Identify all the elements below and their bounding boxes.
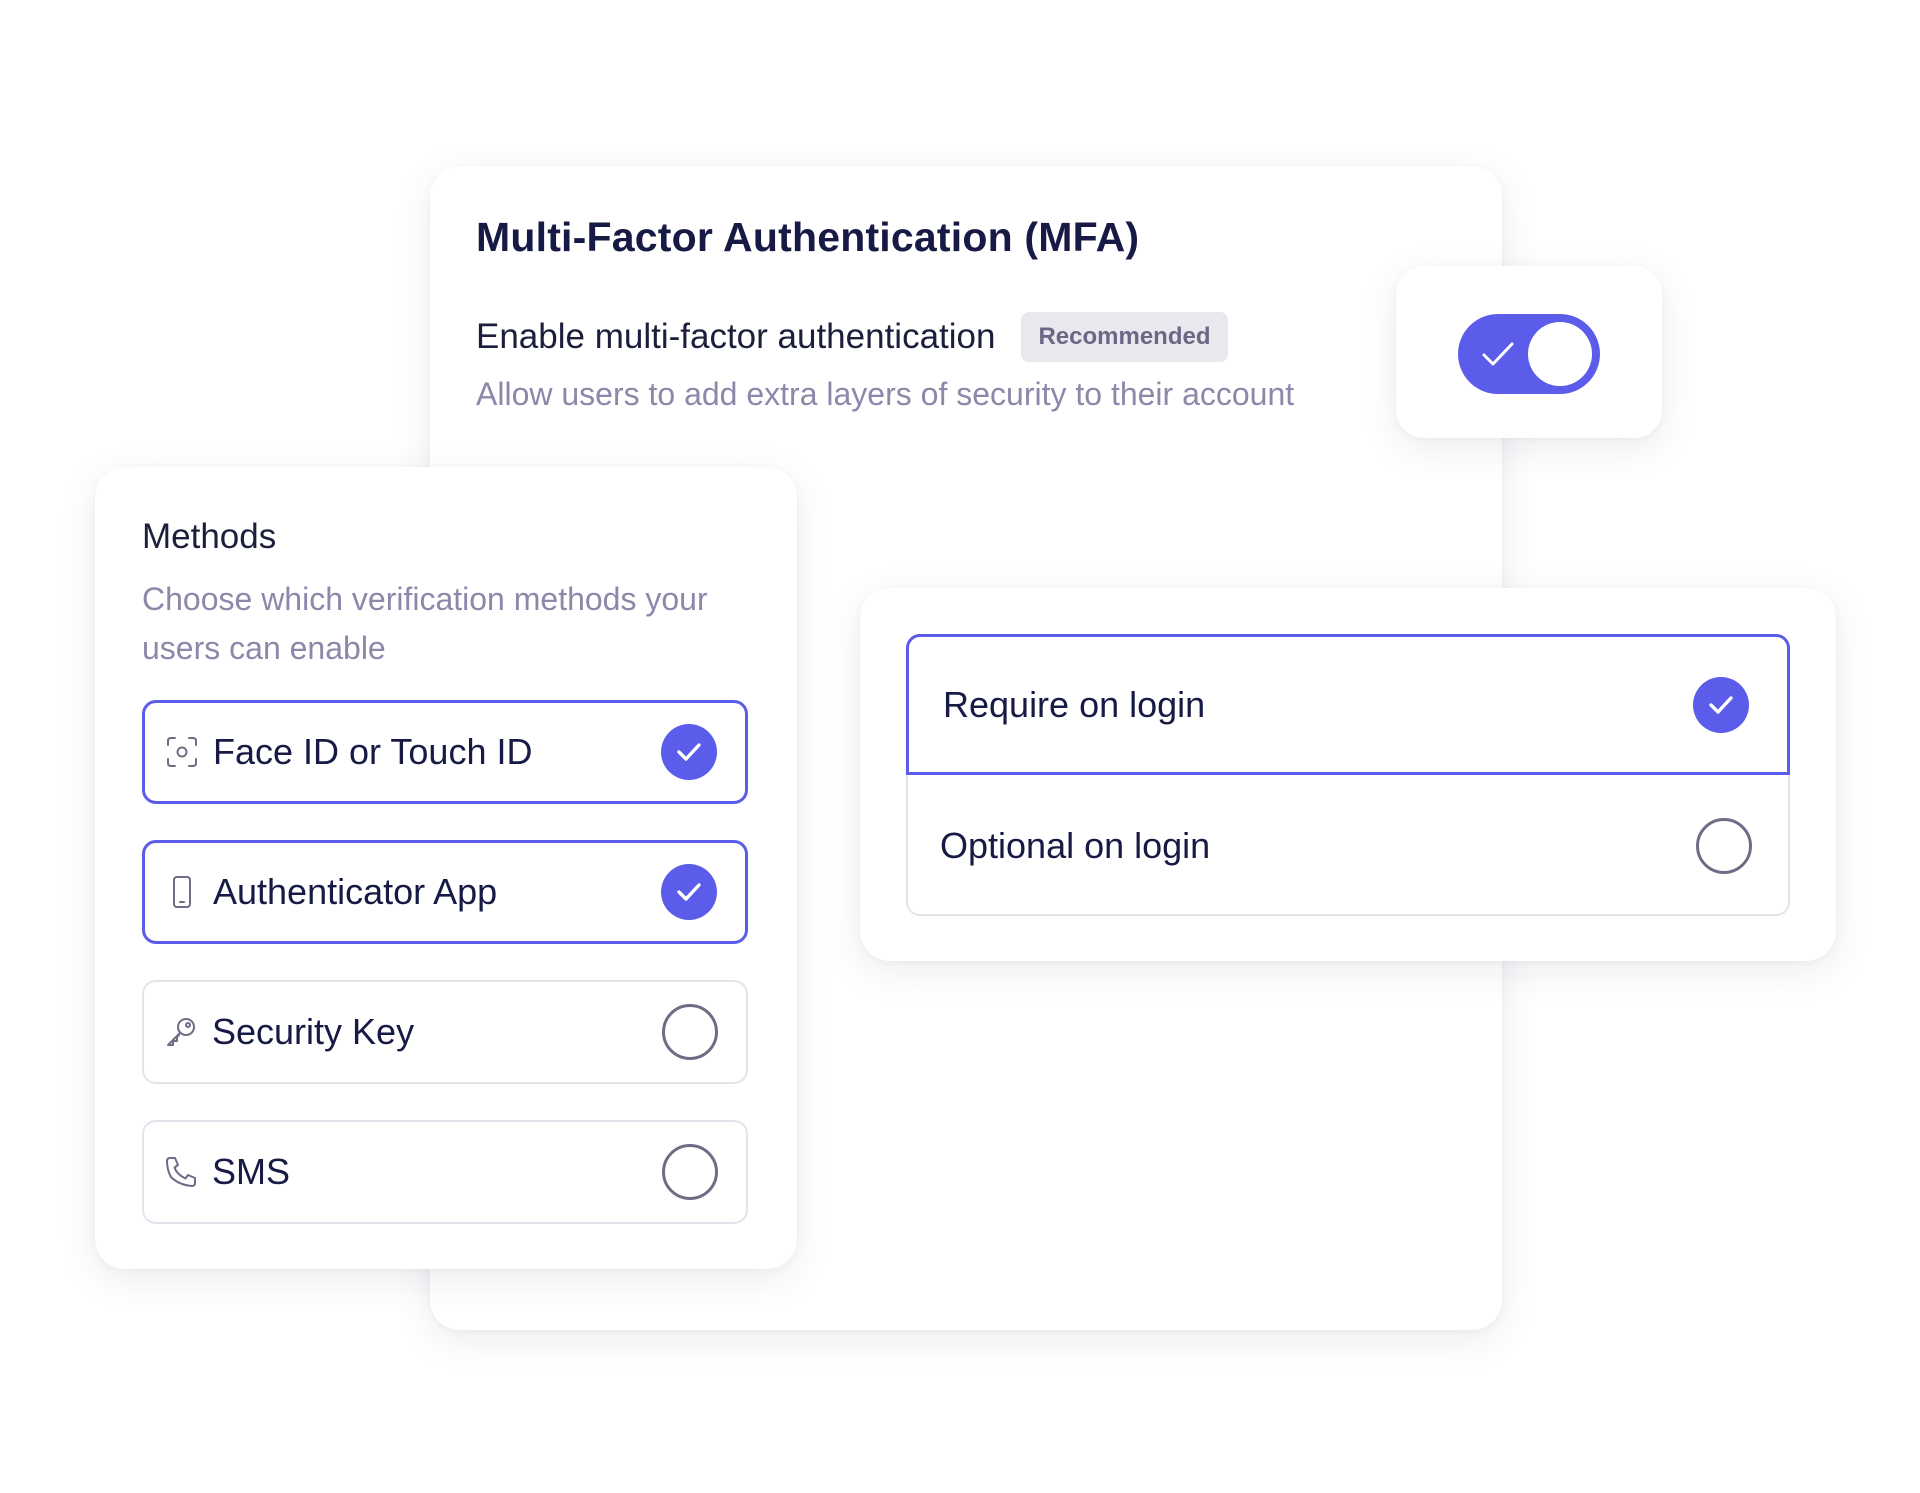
toggle-card — [1396, 266, 1662, 438]
recommended-badge: Recommended — [1021, 312, 1228, 362]
method-item-face-id[interactable]: Face ID or Touch ID — [142, 700, 748, 804]
method-label: Face ID or Touch ID — [213, 731, 533, 772]
enable-mfa-toggle[interactable] — [1458, 314, 1600, 394]
method-item-security-key[interactable]: Security Key — [142, 980, 748, 1084]
login-option-optional[interactable]: Optional on login — [906, 775, 1790, 916]
phone-icon — [173, 876, 191, 908]
method-label: Authenticator App — [213, 871, 498, 912]
login-option-radio[interactable] — [1696, 817, 1752, 874]
method-checkbox[interactable] — [662, 1004, 718, 1060]
page-title: Multi-Factor Authentication (MFA) — [476, 214, 1140, 260]
method-item-authenticator-app[interactable]: Authenticator App — [142, 840, 748, 944]
key-icon — [167, 1018, 195, 1046]
login-option-label: Optional on login — [940, 824, 1211, 866]
methods-title: Methods — [142, 517, 277, 556]
enable-mfa-description: Allow users to add extra layers of secur… — [476, 376, 1295, 412]
face-id-icon — [167, 737, 197, 767]
stage: Multi-Factor Authentication (MFA) Enable… — [0, 0, 1920, 1493]
enable-mfa-label: Enable multi-factor authentication — [476, 317, 996, 356]
method-checkbox[interactable] — [662, 1144, 718, 1200]
login-option-label: Require on login — [943, 683, 1206, 725]
method-label: SMS — [212, 1151, 291, 1192]
check-icon — [677, 743, 701, 761]
login-option-require[interactable]: Require on login — [906, 634, 1790, 775]
login-option-group: Require on login Optional on login — [906, 634, 1790, 916]
login-option-radio[interactable] — [1693, 676, 1749, 733]
method-checkbox[interactable] — [661, 864, 717, 920]
method-item-sms[interactable]: SMS — [142, 1120, 748, 1224]
check-icon — [1482, 342, 1514, 366]
method-label: Security Key — [212, 1011, 415, 1052]
methods-card: Methods Choose which verification method… — [95, 467, 797, 1269]
check-icon — [1709, 695, 1733, 714]
methods-description: Choose which verification methods your u… — [142, 581, 708, 666]
toggle-knob — [1528, 322, 1592, 386]
login-requirement-card: Require on login Optional on login — [860, 588, 1836, 961]
method-checkbox[interactable] — [661, 724, 717, 780]
enable-mfa-row: Enable multi-factor authentication Recom… — [476, 312, 1228, 362]
telephone-icon — [166, 1157, 196, 1187]
check-icon — [677, 883, 701, 901]
